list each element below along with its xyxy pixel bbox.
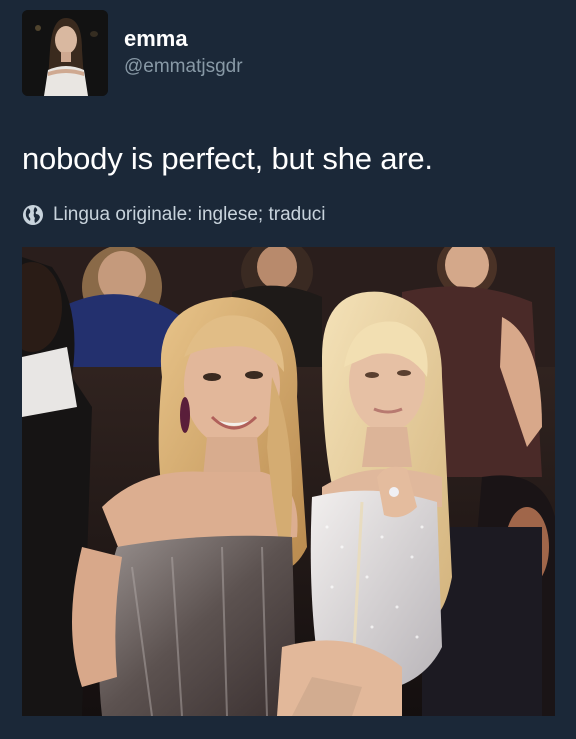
author-block: emma @emmatjsgdr (124, 27, 243, 78)
tweet-header: emma @emmatjsgdr (22, 10, 243, 96)
translate-link[interactable]: Lingua originale: inglese; traduci (22, 204, 326, 226)
photo-image (22, 247, 555, 716)
globe-icon (23, 205, 43, 225)
translate-label: Lingua originale: inglese; traduci (53, 204, 326, 225)
tweet-card: emma @emmatjsgdr nobody is perfect, but … (0, 0, 576, 739)
avatar-photo (22, 10, 108, 96)
tweet-photo[interactable] (22, 247, 555, 716)
tweet-text: nobody is perfect, but she are. (22, 141, 433, 176)
user-handle[interactable]: @emmatjsgdr (124, 56, 243, 78)
bottom-bar (0, 716, 576, 739)
avatar[interactable] (22, 10, 108, 96)
display-name[interactable]: emma (124, 27, 243, 51)
